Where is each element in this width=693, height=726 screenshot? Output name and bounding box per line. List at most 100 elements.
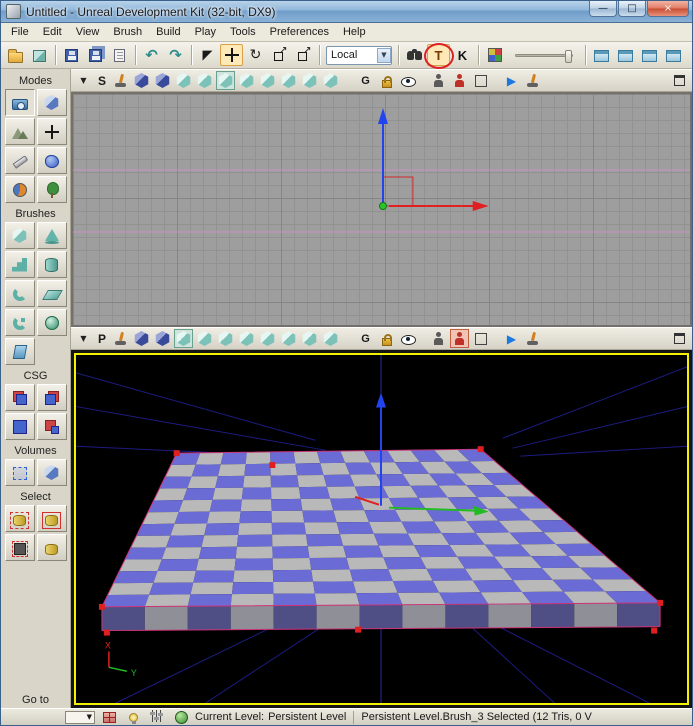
menu-tools[interactable]: Tools [223, 24, 263, 40]
open-map-button[interactable] [4, 44, 27, 66]
scale-tool-button[interactable]: ↗ [268, 44, 291, 66]
viewport-type-label[interactable]: P [95, 332, 109, 346]
rotate-tool-button[interactable]: ↻ [244, 44, 267, 66]
map-check-button[interactable] [99, 710, 119, 725]
lock-selected-actors-button[interactable] [429, 329, 448, 348]
viewport-options-button[interactable]: ▼ [74, 329, 93, 348]
realtime-button[interactable]: ▶ [502, 329, 521, 348]
titlebar[interactable]: Untitled - Unreal Development Kit (32-bi… [1, 1, 692, 23]
menu-build[interactable]: Build [149, 24, 187, 40]
scale-nonuniform-tool-button[interactable]: ↗ [292, 44, 315, 66]
brush-cube-button[interactable] [4, 222, 35, 249]
brush-sphere-button[interactable] [36, 309, 67, 336]
csg-add-button[interactable] [4, 384, 35, 411]
mode-geometry-button[interactable] [36, 89, 67, 116]
toolbar-window-button-4[interactable] [662, 44, 685, 66]
viewmode-lightmap-density-button[interactable] [321, 71, 340, 90]
translate-tool-button[interactable] [220, 44, 243, 66]
select-matching-button[interactable] [36, 505, 67, 532]
game-view-button[interactable]: G [356, 329, 375, 348]
camera-speed-button[interactable] [523, 329, 542, 348]
pilot-mode-button[interactable] [111, 329, 130, 348]
lock-selected-actors-button[interactable] [429, 71, 448, 90]
select-all-button[interactable] [4, 505, 35, 532]
viewmode-unlit-button[interactable] [174, 329, 193, 348]
statusbar-dropdown[interactable]: ▼ [65, 710, 95, 724]
save-button[interactable] [60, 44, 83, 66]
menu-help[interactable]: Help [336, 24, 373, 40]
show-flags-button[interactable] [398, 71, 417, 90]
camera-speed-button[interactable] [523, 71, 542, 90]
viewport-orthographic[interactable] [71, 92, 692, 327]
toolbar-window-button-2[interactable] [614, 44, 637, 66]
toolbar-window-button-1[interactable] [590, 44, 613, 66]
brush-volumetric-button[interactable] [4, 338, 35, 365]
csg-intersect-button[interactable] [4, 413, 35, 440]
viewport-perspective[interactable]: X Y [74, 353, 689, 705]
viewmode-texture-density-button[interactable] [279, 329, 298, 348]
select-translucent-button[interactable] [450, 329, 469, 348]
select-none-button[interactable] [4, 534, 35, 561]
brush-cone-button[interactable] [36, 222, 67, 249]
redo-button[interactable]: ↷ [164, 44, 187, 66]
selected-brush-outline[interactable] [382, 176, 414, 207]
viewmode-wireframe-button[interactable] [132, 329, 151, 348]
mode-mesh-paint-button[interactable] [36, 147, 67, 174]
mode-texture-button[interactable] [4, 147, 35, 174]
viewport-type-label[interactable]: S [95, 74, 109, 88]
select-translucent-button[interactable] [450, 71, 469, 90]
current-level-value[interactable]: Persistent Level [268, 711, 346, 723]
content-browser-button[interactable] [483, 44, 506, 66]
brush-curved-staircase-button[interactable] [4, 280, 35, 307]
mode-translate-button[interactable] [36, 118, 67, 145]
menu-play[interactable]: Play [188, 24, 223, 40]
viewmode-lit-button[interactable] [195, 71, 214, 90]
search-actors-button[interactable] [403, 44, 426, 66]
minimize-button[interactable]: — [589, 1, 617, 17]
viewmode-shader-complexity-button[interactable] [300, 329, 319, 348]
brush-staircase-button[interactable] [4, 251, 35, 278]
menu-view[interactable]: View [69, 24, 107, 40]
undo-button[interactable]: ↶ [140, 44, 163, 66]
pilot-mode-button[interactable] [111, 71, 130, 90]
csg-subtract-button[interactable] [36, 384, 67, 411]
mode-terrain-button[interactable] [4, 118, 35, 145]
viewmode-shader-complexity-button[interactable] [300, 71, 319, 90]
viewmode-lighting-only-button[interactable] [237, 329, 256, 348]
menu-edit[interactable]: Edit [36, 24, 69, 40]
brush-frame-button[interactable] [471, 71, 490, 90]
maximize-viewport-button[interactable] [670, 329, 689, 348]
game-view-button[interactable]: G [356, 71, 375, 90]
close-button[interactable]: × [647, 1, 689, 17]
texture-alignment-button[interactable]: T [424, 43, 454, 69]
export-button[interactable] [108, 44, 131, 66]
menu-brush[interactable]: Brush [106, 24, 149, 40]
toolbar-window-button-3[interactable] [638, 44, 661, 66]
brush-cylinder-button[interactable] [36, 251, 67, 278]
viewmode-brush-wireframe-button[interactable] [153, 329, 172, 348]
realtime-button[interactable]: ▶ [502, 71, 521, 90]
select-tool-button[interactable]: ◤ [196, 44, 219, 66]
viewmode-light-complexity-button[interactable] [258, 71, 277, 90]
viewmode-unlit-button[interactable] [174, 71, 193, 90]
lock-viewport-button[interactable] [377, 329, 396, 348]
menu-file[interactable]: File [4, 24, 36, 40]
viewmode-wireframe-button[interactable] [132, 71, 151, 90]
coordinate-space-select[interactable]: Local ▼ [326, 45, 392, 65]
mode-camera-button[interactable] [4, 89, 35, 116]
brush-spiral-staircase-button[interactable] [4, 309, 35, 336]
maximize-button[interactable]: □ [618, 1, 646, 17]
brush-frame-button[interactable] [471, 329, 490, 348]
preview-settings-button[interactable] [147, 710, 167, 725]
brush-sheet-button[interactable] [36, 280, 67, 307]
viewmode-lightmap-density-button[interactable] [321, 329, 340, 348]
world-preview-button[interactable] [171, 710, 191, 725]
slider-handle[interactable] [565, 49, 572, 63]
viewmode-detail-lighting-button[interactable] [216, 71, 235, 90]
add-volume-button[interactable] [4, 459, 35, 486]
viewmode-lighting-only-button[interactable] [237, 71, 256, 90]
add-blocking-volume-button[interactable] [36, 459, 67, 486]
viewmode-texture-density-button[interactable] [279, 71, 298, 90]
transform-widget[interactable] [378, 108, 489, 211]
viewmode-lit-button[interactable] [195, 329, 214, 348]
